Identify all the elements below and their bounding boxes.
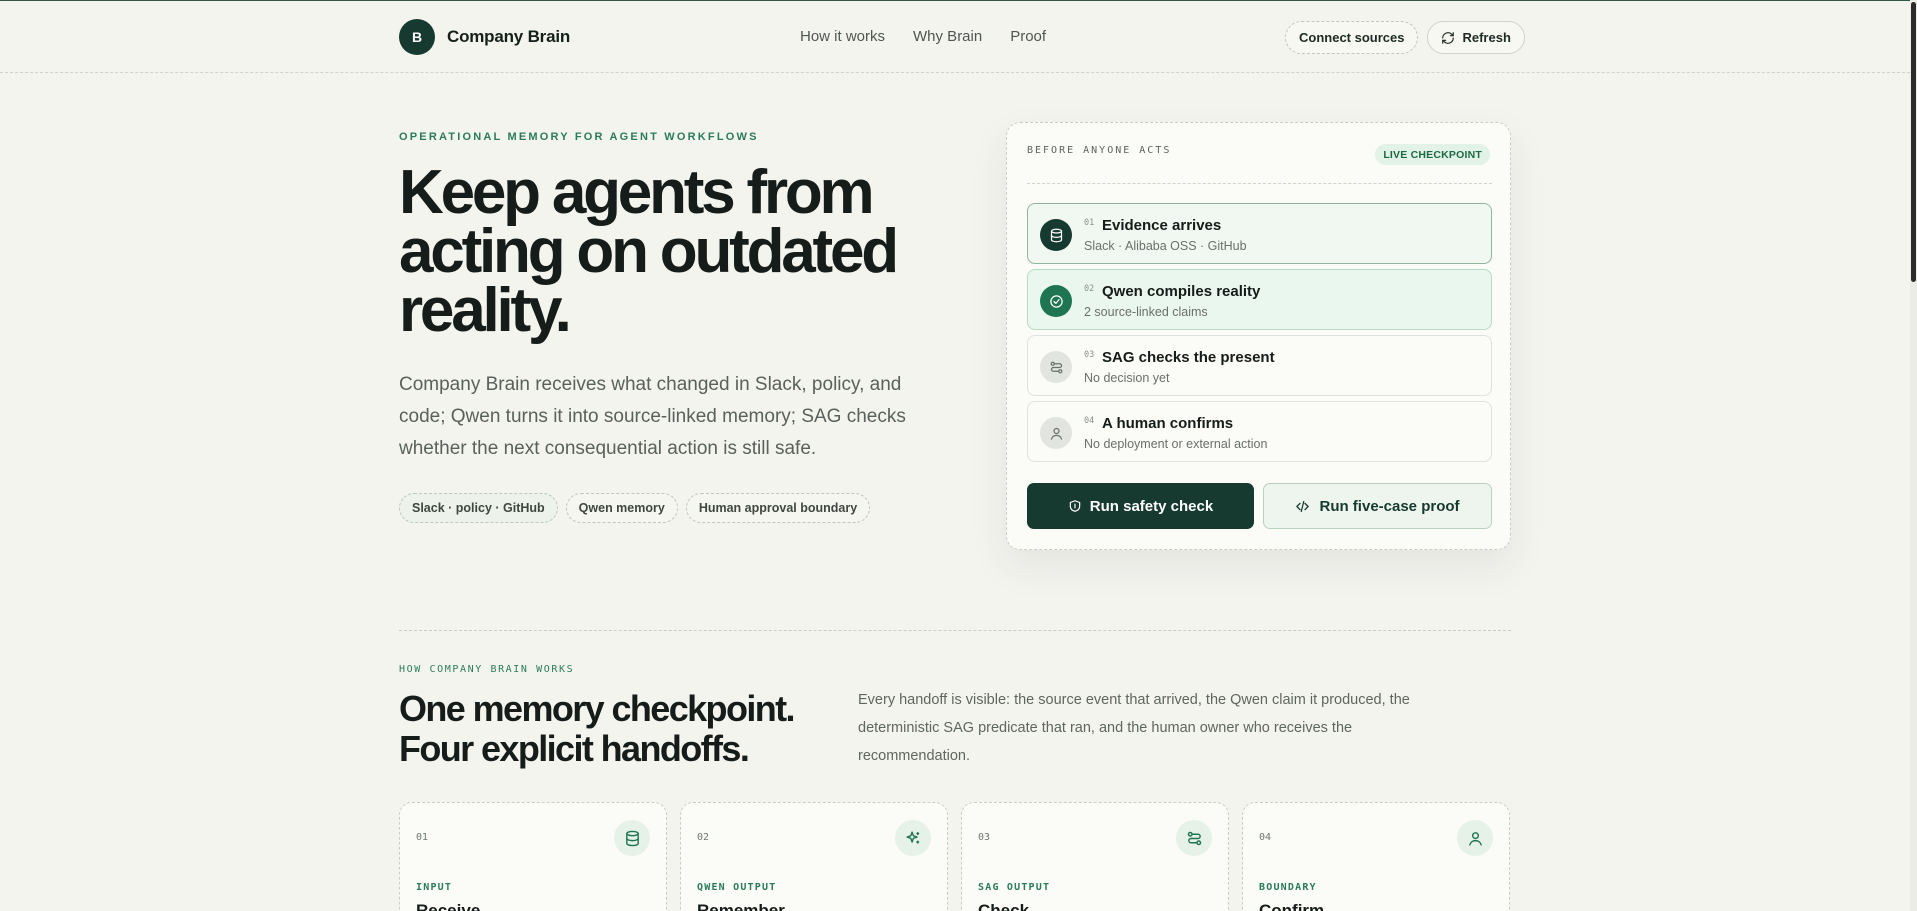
nav-how-it-works[interactable]: How it works — [800, 28, 885, 45]
how-eyebrow: HOW COMPANY BRAIN WORKS — [399, 664, 575, 675]
card-number: 04 — [1259, 832, 1272, 843]
how-description: Every handoff is visible: the source eve… — [858, 692, 1410, 764]
step-evidence-arrives[interactable]: 01 Evidence arrives Slack · Alibaba OSS … — [1027, 203, 1492, 264]
sparkles-icon — [895, 820, 931, 856]
step-human-confirms[interactable]: 04 A human confirms No deployment or ext… — [1027, 401, 1492, 462]
step-number: 01 — [1084, 218, 1095, 228]
chip-qwen-memory: Qwen memory — [565, 493, 678, 523]
checkpoint-heading: BEFORE ANYONE ACTS — [1027, 145, 1172, 156]
handoff-card-confirm[interactable]: 04 BOUNDARY Confirm — [1242, 802, 1510, 911]
step-subtitle: Slack · Alibaba OSS · GitHub — [1084, 239, 1247, 253]
chip-sources: Slack · policy · GitHub — [399, 493, 558, 523]
step-title: SAG checks the present — [1102, 349, 1275, 366]
refresh-label: Refresh — [1462, 30, 1511, 45]
step-sag-checks[interactable]: 03 SAG checks the present No decision ye… — [1027, 335, 1492, 396]
user-icon — [1040, 417, 1072, 449]
card-title: Receive — [416, 901, 481, 911]
refresh-icon — [1442, 31, 1455, 44]
card-title: Remember — [697, 901, 785, 911]
step-title: Evidence arrives — [1102, 217, 1222, 234]
run-five-case-proof-label: Run five-case proof — [1319, 497, 1460, 515]
check-circle-icon — [1040, 285, 1072, 317]
run-safety-check-button[interactable]: Run safety check — [1027, 483, 1254, 529]
step-subtitle: No deployment or external action — [1084, 437, 1268, 451]
chip-human-approval: Human approval boundary — [685, 493, 871, 523]
card-divider — [1027, 183, 1492, 184]
card-label: QWEN OUTPUT — [697, 882, 777, 893]
nav-why-brain[interactable]: Why Brain — [913, 28, 982, 45]
card-title: Check — [978, 901, 1030, 911]
brand-logo: B — [399, 19, 435, 55]
step-subtitle: No decision yet — [1084, 371, 1170, 385]
route-icon — [1040, 351, 1072, 383]
header-actions: Connect sources Refresh — [1285, 21, 1525, 54]
how-title: One memory checkpoint. Four explicit han… — [399, 688, 796, 769]
top-nav-bar: B Company Brain How it works Why Brain P… — [0, 1, 1910, 73]
run-five-case-proof-button[interactable]: Run five-case proof — [1263, 483, 1492, 529]
database-icon — [614, 820, 650, 856]
step-number: 03 — [1084, 350, 1095, 360]
connect-sources-label: Connect sources — [1299, 30, 1405, 45]
connect-sources-button[interactable]: Connect sources — [1285, 21, 1419, 54]
database-icon — [1040, 219, 1072, 251]
card-label: SAG OUTPUT — [978, 882, 1051, 893]
hero-chips: Slack · policy · GitHub Qwen memory Huma… — [399, 493, 871, 523]
hero-title: Keep agents from acting on outdated real… — [399, 158, 899, 345]
refresh-button[interactable]: Refresh — [1427, 21, 1525, 54]
step-title: Qwen compiles reality — [1102, 283, 1261, 300]
scrollbar-thumb[interactable] — [1911, 2, 1916, 282]
card-number: 01 — [416, 832, 429, 843]
handoff-card-remember[interactable]: 02 QWEN OUTPUT Remember — [680, 802, 948, 911]
card-number: 03 — [978, 832, 991, 843]
main-nav: How it works Why Brain Proof — [800, 28, 1046, 45]
brand[interactable]: B Company Brain — [399, 19, 570, 55]
live-checkpoint-badge: LIVE CHECKPOINT — [1375, 144, 1490, 165]
step-title: A human confirms — [1102, 415, 1234, 432]
route-icon — [1176, 820, 1212, 856]
code-icon — [1296, 500, 1310, 512]
brand-name: Company Brain — [447, 27, 571, 46]
handoff-card-receive[interactable]: 01 INPUT Receive — [399, 802, 667, 911]
card-number: 02 — [697, 832, 710, 843]
step-subtitle: 2 source-linked claims — [1084, 305, 1208, 319]
shield-icon — [1069, 500, 1081, 512]
step-qwen-compiles[interactable]: 02 Qwen compiles reality 2 source-linked… — [1027, 269, 1492, 330]
nav-proof[interactable]: Proof — [1010, 28, 1046, 45]
run-safety-check-label: Run safety check — [1089, 497, 1214, 515]
card-label: BOUNDARY — [1259, 882, 1317, 893]
section-divider — [399, 630, 1511, 631]
checkpoint-card: BEFORE ANYONE ACTS LIVE CHECKPOINT 01 Ev… — [1006, 122, 1511, 550]
step-number: 04 — [1084, 416, 1095, 426]
hero-subtitle: Company Brain receives what changed in S… — [399, 374, 906, 459]
handoff-card-check[interactable]: 03 SAG OUTPUT Check — [961, 802, 1229, 911]
step-number: 02 — [1084, 284, 1095, 294]
hero-eyebrow: OPERATIONAL MEMORY FOR AGENT WORKFLOWS — [399, 131, 759, 143]
card-label: INPUT — [416, 882, 453, 893]
user-icon — [1457, 820, 1493, 856]
card-title: Confirm — [1259, 901, 1325, 911]
